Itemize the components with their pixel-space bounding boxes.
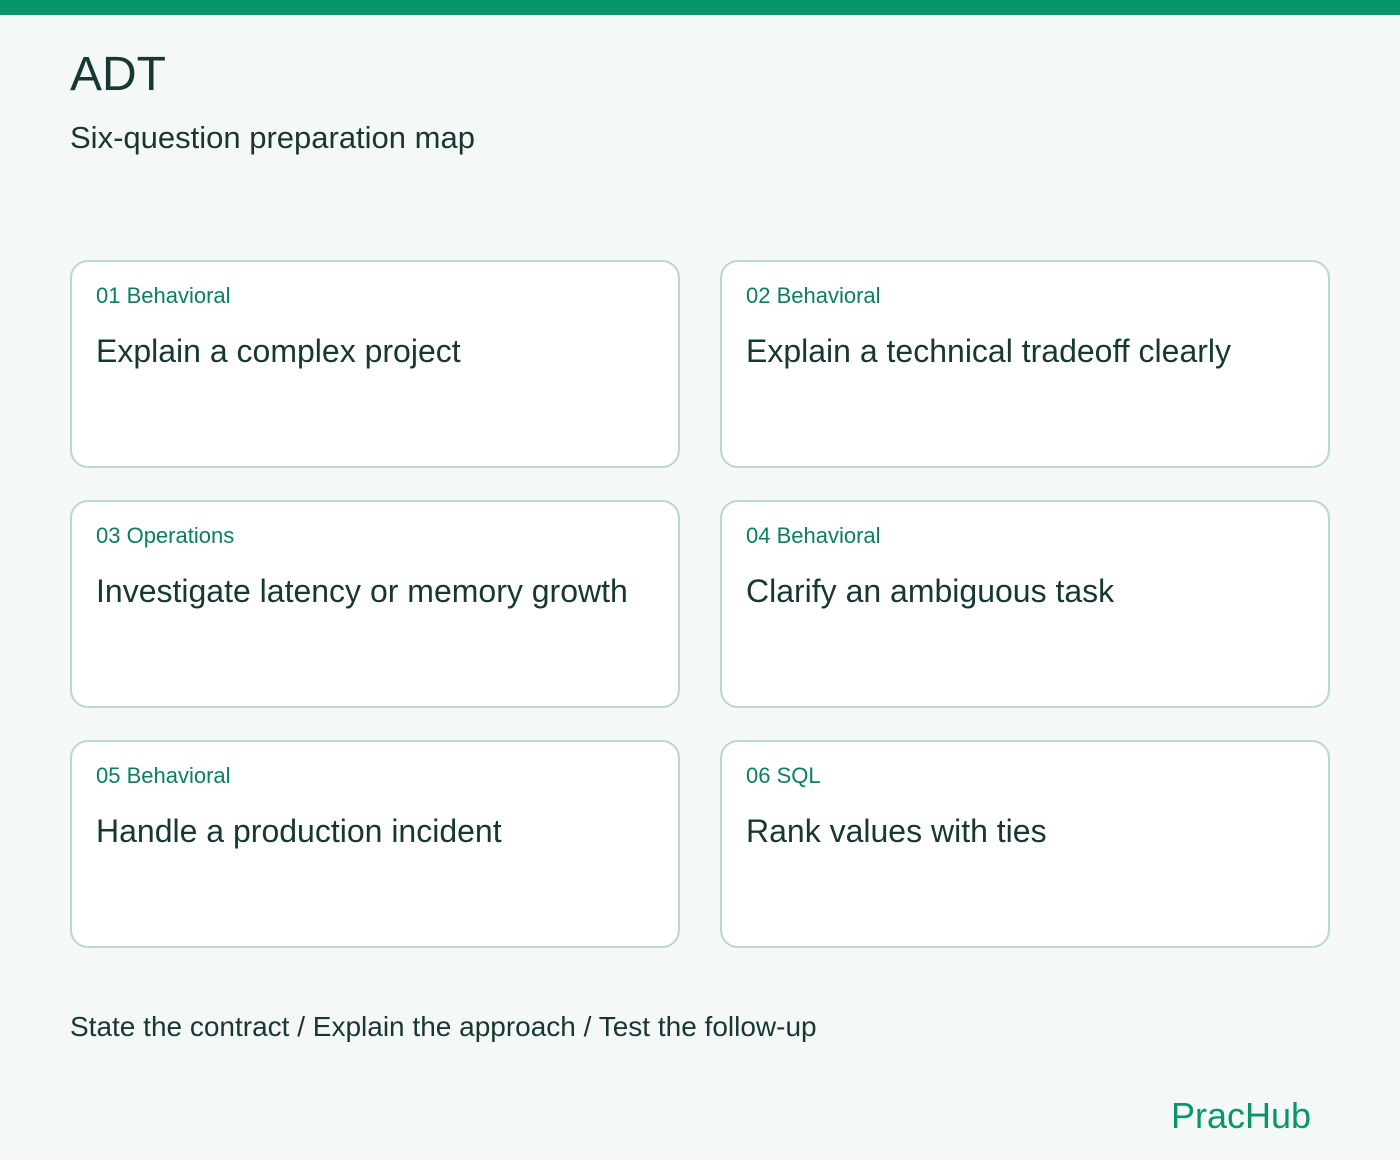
question-title: Rank values with ties xyxy=(746,813,1047,849)
question-title: Explain a technical tradeoff clearly xyxy=(746,333,1232,369)
question-title: Clarify an ambiguous task xyxy=(746,573,1115,609)
question-card-02[interactable]: 02 Behavioral Explain a technical tradeo… xyxy=(720,260,1330,468)
prachub-logo: PracHub xyxy=(1171,1095,1312,1136)
question-category: 02 Behavioral xyxy=(746,283,881,308)
question-card-grid: 01 Behavioral Explain a complex project … xyxy=(70,260,1330,948)
question-title: Investigate latency or memory growth xyxy=(96,573,628,609)
question-card-03[interactable]: 03 Operations Investigate latency or mem… xyxy=(70,500,680,708)
question-category: 06 SQL xyxy=(746,763,821,788)
approach-summary: State the contract / Explain the approac… xyxy=(70,1011,817,1042)
page-title: ADT xyxy=(70,48,166,101)
question-category: 03 Operations xyxy=(96,523,235,548)
page-subtitle: Six-question preparation map xyxy=(70,120,475,155)
question-card-05[interactable]: 05 Behavioral Handle a production incide… xyxy=(70,740,680,948)
question-category: 05 Behavioral xyxy=(96,763,231,788)
question-title: Explain a complex project xyxy=(96,333,461,369)
question-card-04[interactable]: 04 Behavioral Clarify an ambiguous task xyxy=(720,500,1330,708)
question-title: Handle a production incident xyxy=(96,813,502,849)
question-card-01[interactable]: 01 Behavioral Explain a complex project xyxy=(70,260,680,468)
question-category: 04 Behavioral xyxy=(746,523,881,548)
question-card-06[interactable]: 06 SQL Rank values with ties xyxy=(720,740,1330,948)
question-category: 01 Behavioral xyxy=(96,283,231,308)
top-accent-bar xyxy=(0,0,1400,15)
